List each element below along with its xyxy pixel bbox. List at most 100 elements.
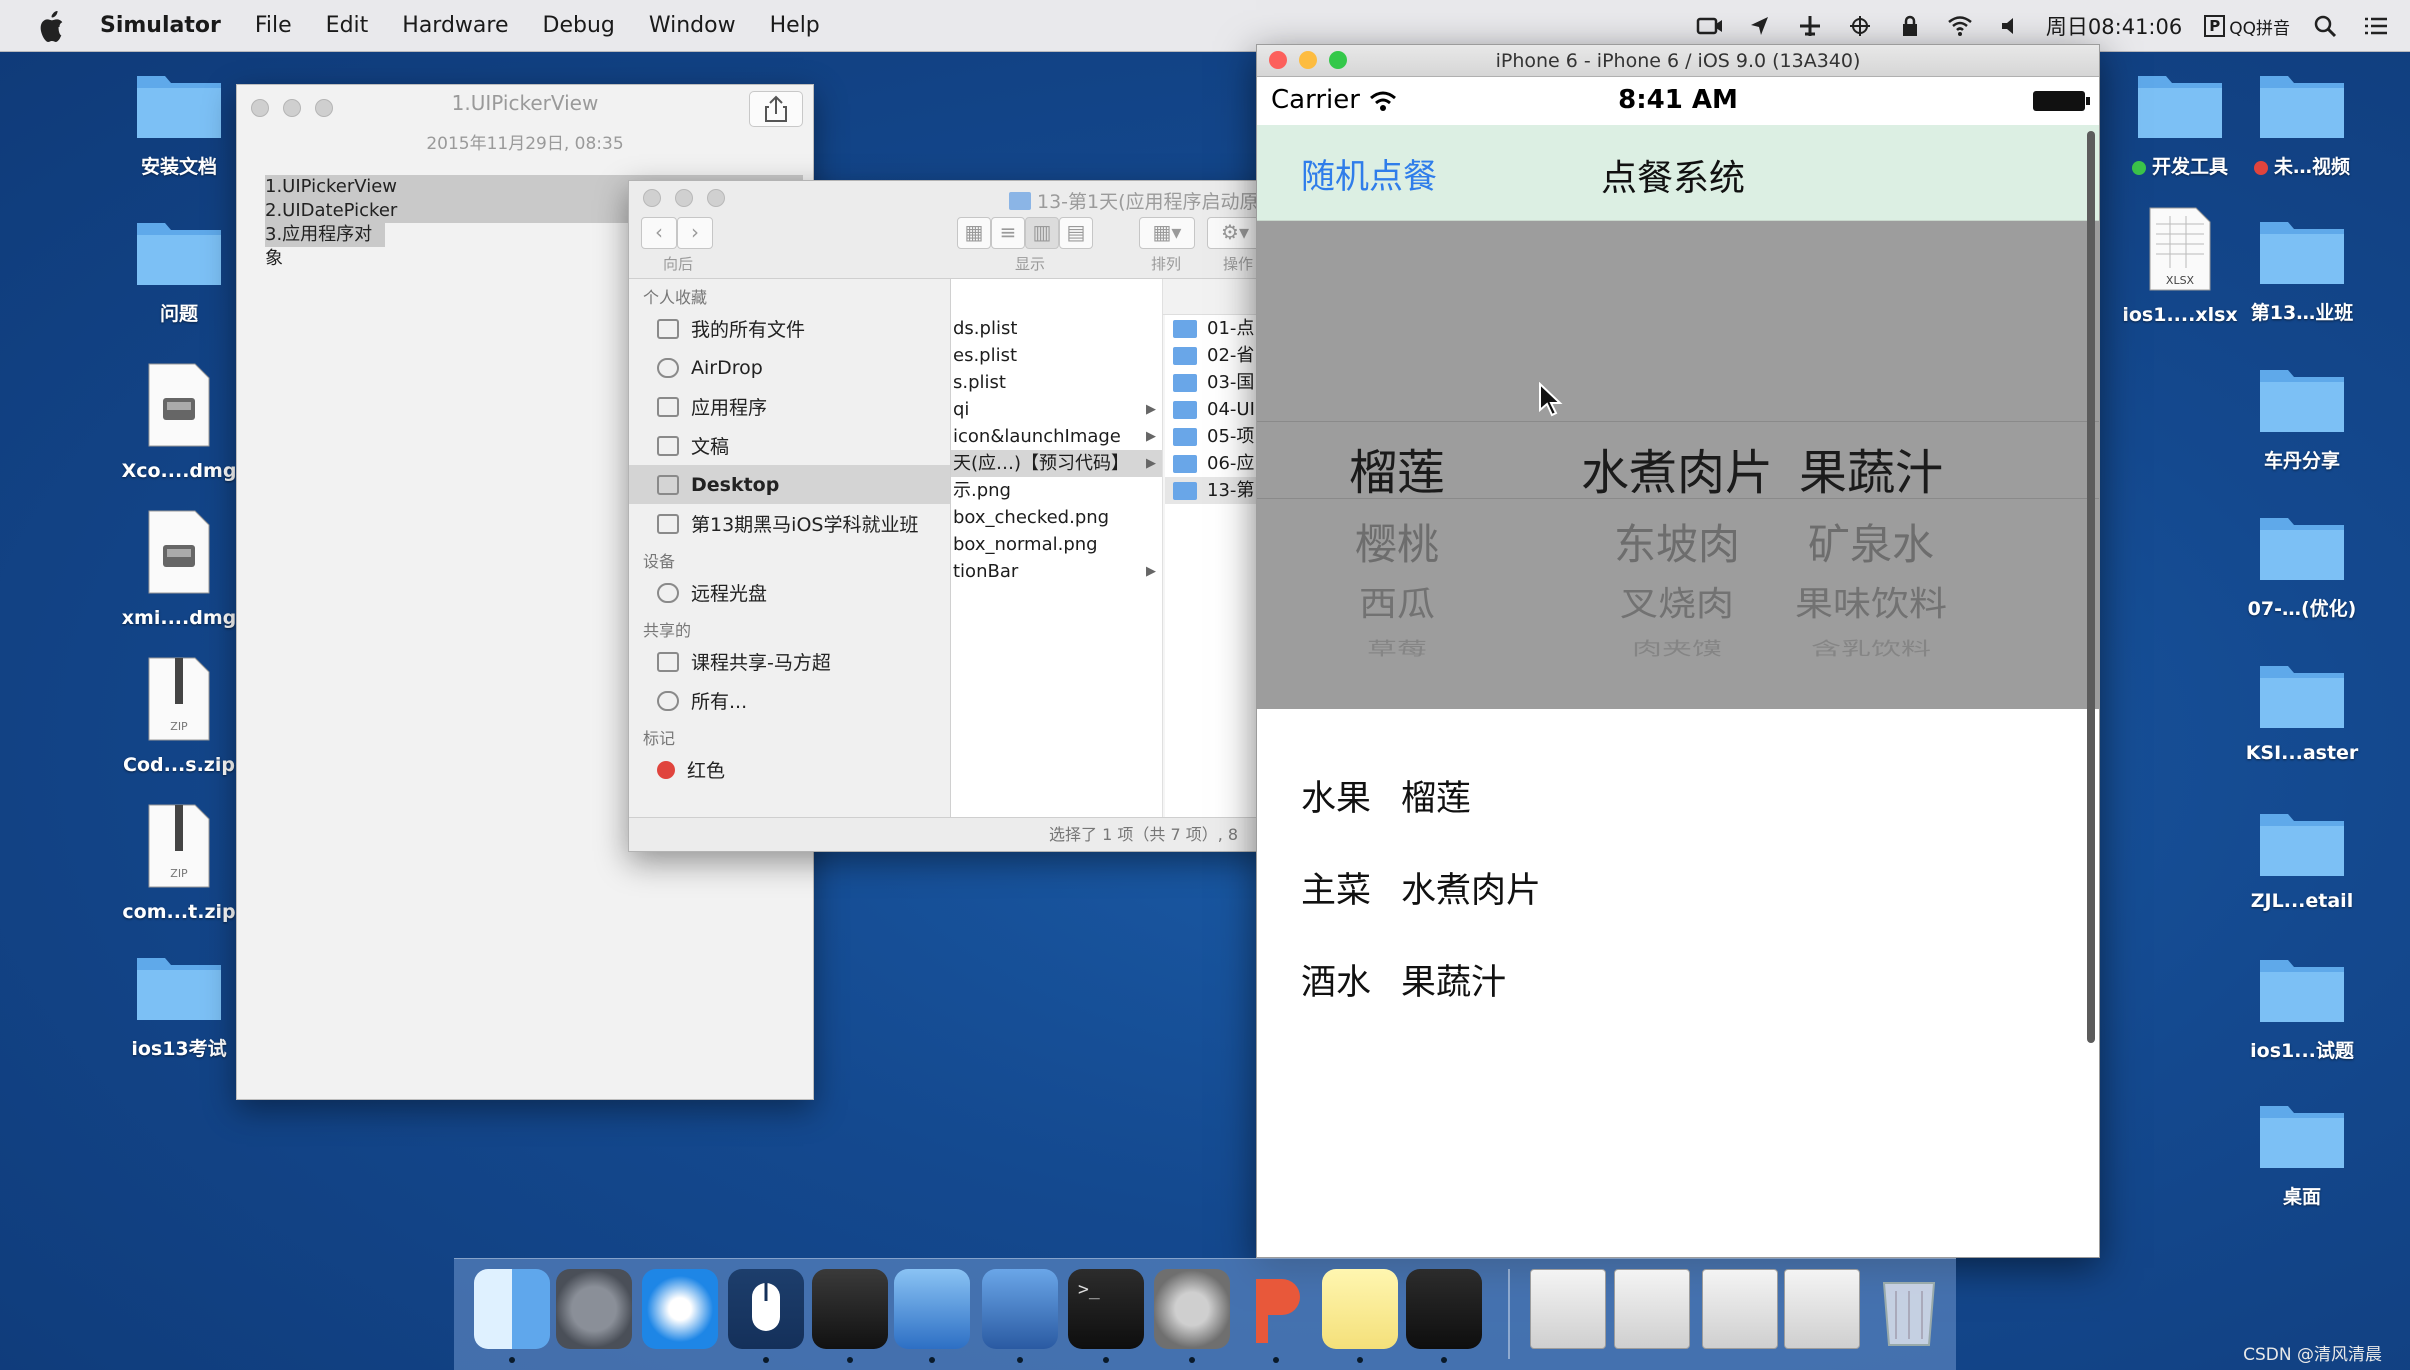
sidebar-item[interactable]: AirDrop bbox=[629, 348, 950, 387]
forward-button[interactable]: › bbox=[677, 217, 713, 249]
icon-view-button[interactable]: ▦ bbox=[957, 217, 991, 249]
picker-view[interactable]: 榴莲 樱桃 西瓜 草莓 水煮肉片 东坡肉 叉烧肉 肉夹馍 果蔬汁 矿泉水 果味饮料 含乳饮料 bbox=[1257, 221, 2099, 709]
sidebar-item[interactable]: 文稿 bbox=[629, 426, 950, 465]
arrange-button[interactable]: ▦▾ bbox=[1139, 217, 1195, 249]
simulator-window[interactable]: iPhone 6 - iPhone 6 / iOS 9.0 (13A340) C… bbox=[1256, 44, 2100, 1258]
simulator-titlebar[interactable]: iPhone 6 - iPhone 6 / iOS 9.0 (13A340) bbox=[1257, 45, 2099, 77]
minimize-button[interactable] bbox=[675, 189, 693, 207]
picker-component[interactable]: 果蔬汁矿泉水 果味饮料含乳饮料 bbox=[1721, 221, 2021, 709]
picker-row[interactable]: 含乳饮料 bbox=[1721, 634, 2021, 660]
sidebar-item[interactable]: 我的所有文件 bbox=[629, 309, 950, 348]
menu-edit[interactable]: Edit bbox=[326, 13, 369, 38]
desktop-item[interactable]: KSI...aster bbox=[2217, 656, 2387, 764]
screen-record-icon[interactable] bbox=[1696, 14, 1724, 38]
volume-icon[interactable] bbox=[1996, 14, 2024, 38]
random-order-button[interactable]: 随机点餐 bbox=[1301, 149, 1437, 198]
file-row[interactable]: 示.png bbox=[951, 477, 1162, 504]
photo-booth-icon[interactable] bbox=[812, 1269, 888, 1363]
desktop-item[interactable]: ZJL...etail bbox=[2217, 804, 2387, 912]
sidebar-item[interactable]: 应用程序 bbox=[629, 387, 950, 426]
menu-window[interactable]: Window bbox=[649, 13, 736, 38]
folder-row[interactable]: 03-国 bbox=[1165, 369, 1267, 396]
lock-icon[interactable] bbox=[1896, 14, 1924, 38]
menu-debug[interactable]: Debug bbox=[543, 13, 615, 38]
finder-icon[interactable] bbox=[474, 1269, 550, 1363]
window-thumb-icon[interactable] bbox=[1530, 1269, 1606, 1349]
sidebar-item[interactable]: 所有... bbox=[629, 681, 950, 720]
picker-row[interactable]: 草莓 bbox=[1257, 634, 1547, 660]
airplane-icon[interactable] bbox=[1796, 14, 1824, 38]
console-icon[interactable] bbox=[1406, 1269, 1482, 1363]
menu-app-name[interactable]: Simulator bbox=[100, 13, 221, 38]
apple-icon[interactable] bbox=[36, 10, 66, 42]
textedit-titlebar[interactable]: 1.UIPickerView 2015年11月29日, 08:35 bbox=[237, 85, 813, 155]
coverflow-view-button[interactable]: ▤ bbox=[1059, 217, 1093, 249]
file-row[interactable]: ds.plist bbox=[951, 315, 1162, 342]
sidebar-item[interactable]: 第13期黑马iOS学科就业班 bbox=[629, 504, 950, 543]
picker-component[interactable]: 榴莲 樱桃 西瓜 草莓 bbox=[1257, 221, 1547, 709]
finder-window[interactable]: 13-第1天(应用程序启动原 ‹ › 向后 ▦ ≡ ▥ ▤ 显示 ▦▾ 排列 ⚙… bbox=[628, 180, 1268, 852]
file-row[interactable]: box_checked.png bbox=[951, 504, 1162, 531]
desktop-item[interactable]: 07-…(优化) bbox=[2217, 508, 2387, 621]
file-row[interactable]: s.plist bbox=[951, 369, 1162, 396]
column-view-button[interactable]: ▥ bbox=[1025, 217, 1059, 249]
desktop-item[interactable]: 车丹分享 bbox=[2217, 360, 2387, 473]
picker-row[interactable]: 果味饮料 bbox=[1721, 576, 2021, 626]
terminal-icon[interactable]: >_ bbox=[1068, 1269, 1144, 1363]
wifi-icon[interactable] bbox=[1946, 14, 1974, 38]
file-row[interactable]: 天(应…)【预习代码】 ▶ bbox=[951, 450, 1162, 477]
sidebar-item[interactable]: Desktop bbox=[629, 465, 950, 504]
minimize-button[interactable] bbox=[1299, 51, 1317, 69]
list-view-button[interactable]: ≡ bbox=[991, 217, 1025, 249]
file-row[interactable]: es.plist bbox=[951, 342, 1162, 369]
file-row[interactable]: icon&launchImage ▶ bbox=[951, 423, 1162, 450]
close-button[interactable] bbox=[643, 189, 661, 207]
text-line[interactable]: 3.应用程序对象 bbox=[265, 223, 385, 269]
zoom-button[interactable] bbox=[1329, 51, 1347, 69]
close-button[interactable] bbox=[1269, 51, 1287, 69]
zoom-button[interactable] bbox=[707, 189, 725, 207]
window-thumb-icon[interactable] bbox=[1784, 1269, 1860, 1349]
folder-row[interactable]: 04-UI bbox=[1165, 396, 1267, 423]
folder-row[interactable]: 13-第 bbox=[1165, 477, 1267, 504]
desktop-item[interactable]: 桌面 bbox=[2217, 1096, 2387, 1209]
system-preferences-icon[interactable] bbox=[1154, 1269, 1230, 1363]
menu-help[interactable]: Help bbox=[770, 13, 820, 38]
picker-selected-row[interactable]: 果蔬汁 bbox=[1721, 433, 2021, 503]
picker-selected-row[interactable]: 榴莲 bbox=[1257, 433, 1547, 503]
share-button[interactable] bbox=[749, 91, 803, 127]
sidebar-item[interactable]: 远程光盘 bbox=[629, 573, 950, 612]
action-button[interactable]: ⚙▾ bbox=[1207, 217, 1263, 249]
notes-icon[interactable] bbox=[1322, 1269, 1398, 1363]
picker-row[interactable]: 矿泉水 bbox=[1721, 511, 2021, 572]
input-method[interactable]: P QQ拼音 bbox=[2204, 14, 2290, 39]
safari-icon[interactable] bbox=[642, 1269, 718, 1349]
notification-center-icon[interactable] bbox=[2362, 14, 2390, 38]
xcode-icon[interactable] bbox=[894, 1269, 970, 1363]
back-button[interactable]: ‹ bbox=[641, 217, 677, 249]
desktop-item[interactable]: 第13…业班 bbox=[2217, 212, 2387, 325]
folder-row[interactable]: 05-项 bbox=[1165, 423, 1267, 450]
desktop-item[interactable]: 未…视频 bbox=[2217, 66, 2387, 179]
scrollbar[interactable] bbox=[2087, 131, 2095, 1043]
file-row[interactable]: tionBar ▶ bbox=[951, 558, 1162, 585]
menu-file[interactable]: File bbox=[255, 13, 292, 38]
folder-row[interactable]: 06-应 bbox=[1165, 450, 1267, 477]
spotlight-icon[interactable] bbox=[2312, 14, 2340, 38]
desktop-item[interactable]: ios1...试题 bbox=[2217, 950, 2387, 1063]
mouse-icon[interactable] bbox=[728, 1269, 804, 1363]
folder-row[interactable]: 01-点 bbox=[1165, 315, 1267, 342]
menu-clock[interactable]: 周日08:41:06 bbox=[2046, 11, 2182, 41]
menu-hardware[interactable]: Hardware bbox=[402, 13, 508, 38]
trash-icon[interactable] bbox=[1874, 1269, 1950, 1349]
window-thumb-icon[interactable] bbox=[1702, 1269, 1778, 1349]
launchpad-icon[interactable] bbox=[556, 1269, 632, 1349]
location-icon[interactable] bbox=[1746, 14, 1774, 38]
scan-icon[interactable] bbox=[1846, 14, 1874, 38]
file-row[interactable]: box_normal.png bbox=[951, 531, 1162, 558]
picker-row[interactable]: 樱桃 bbox=[1257, 511, 1547, 572]
sidebar-item[interactable]: 红色 bbox=[629, 750, 950, 789]
window-thumb-icon[interactable] bbox=[1614, 1269, 1690, 1349]
picker-row[interactable]: 西瓜 bbox=[1257, 576, 1547, 626]
folder-row[interactable]: 02-省 bbox=[1165, 342, 1267, 369]
